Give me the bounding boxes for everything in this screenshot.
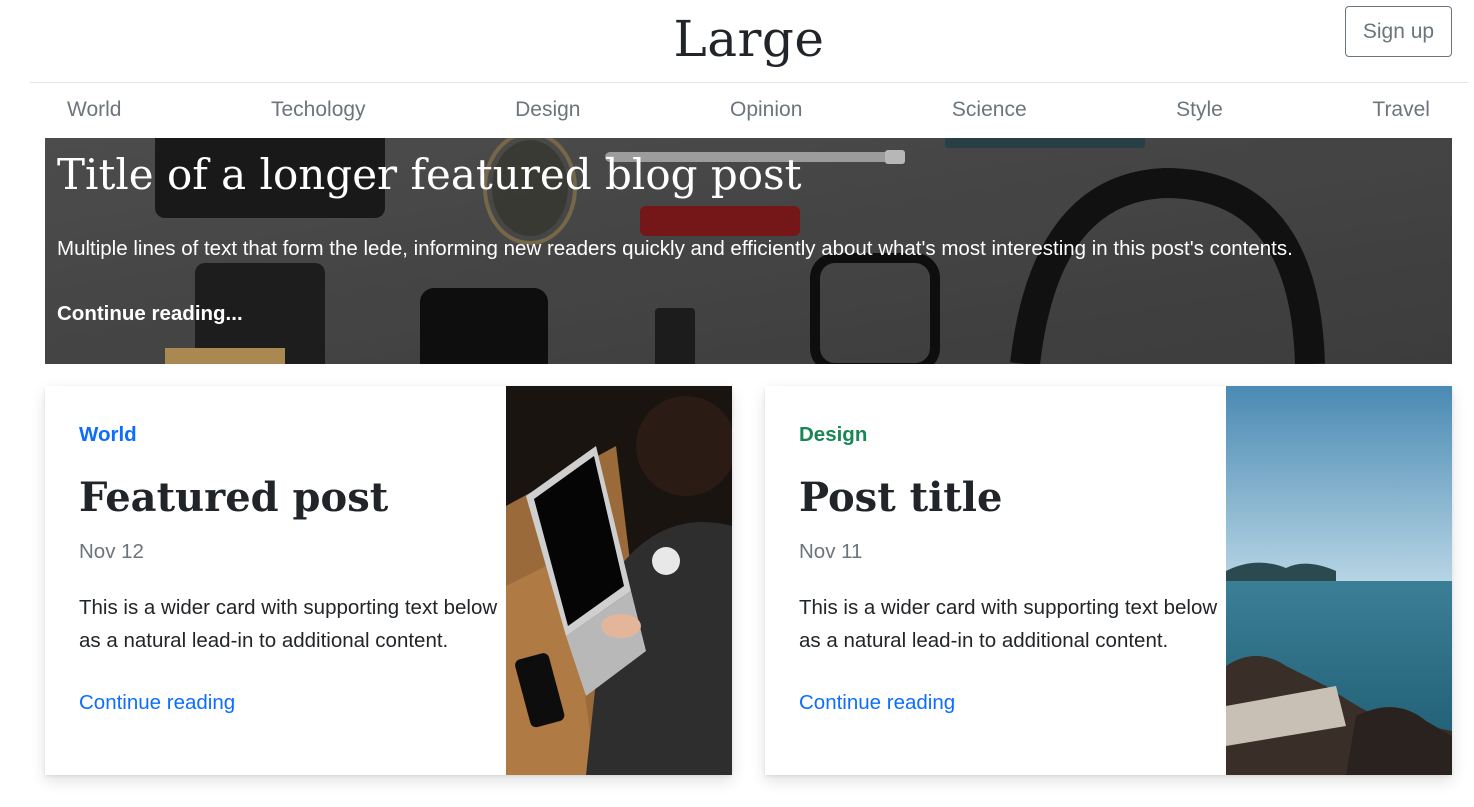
nav-item-world[interactable]: World	[67, 98, 121, 122]
card-title: Featured post	[79, 474, 389, 521]
nav-item-opinion[interactable]: Opinion	[730, 98, 802, 122]
card-date: Nov 12	[79, 540, 144, 563]
brand-title[interactable]: Large	[30, 10, 1468, 68]
card-text: This is a wider card with supporting tex…	[79, 596, 498, 652]
nav-item-travel[interactable]: Travel	[1372, 98, 1430, 122]
hero-lede: Multiple lines of text that form the led…	[57, 237, 1293, 260]
card-thumbnail-sea	[1226, 386, 1452, 775]
card-continue-reading-link[interactable]: Continue reading	[799, 691, 955, 715]
nav-item-design[interactable]: Design	[515, 98, 580, 122]
card-category: Design	[799, 423, 868, 446]
sign-up-button[interactable]: Sign up	[1345, 6, 1452, 57]
site-header: Large Sign up	[30, 0, 1468, 83]
nav-item-style[interactable]: Style	[1176, 98, 1223, 122]
card-category: World	[79, 423, 137, 446]
featured-hero: Title of a longer featured blog post Mul…	[45, 138, 1452, 364]
category-nav: World Techology Design Opinion Science S…	[45, 84, 1452, 136]
hero-title: Title of a longer featured blog post	[57, 150, 802, 199]
featured-post-card: World Featured post Nov 12 This is a wid…	[45, 386, 732, 775]
post-card: Design Post title Nov 11 This is a wider…	[765, 386, 1452, 775]
nav-item-science[interactable]: Science	[952, 98, 1027, 122]
nav-item-technology[interactable]: Techology	[271, 98, 366, 122]
card-continue-reading-link[interactable]: Continue reading	[79, 691, 235, 715]
card-title: Post title	[799, 474, 1003, 521]
hero-continue-reading-link[interactable]: Continue reading...	[57, 302, 243, 326]
card-thumbnail-laptop	[506, 386, 732, 775]
card-date: Nov 11	[799, 540, 863, 563]
card-text: This is a wider card with supporting tex…	[799, 596, 1218, 652]
